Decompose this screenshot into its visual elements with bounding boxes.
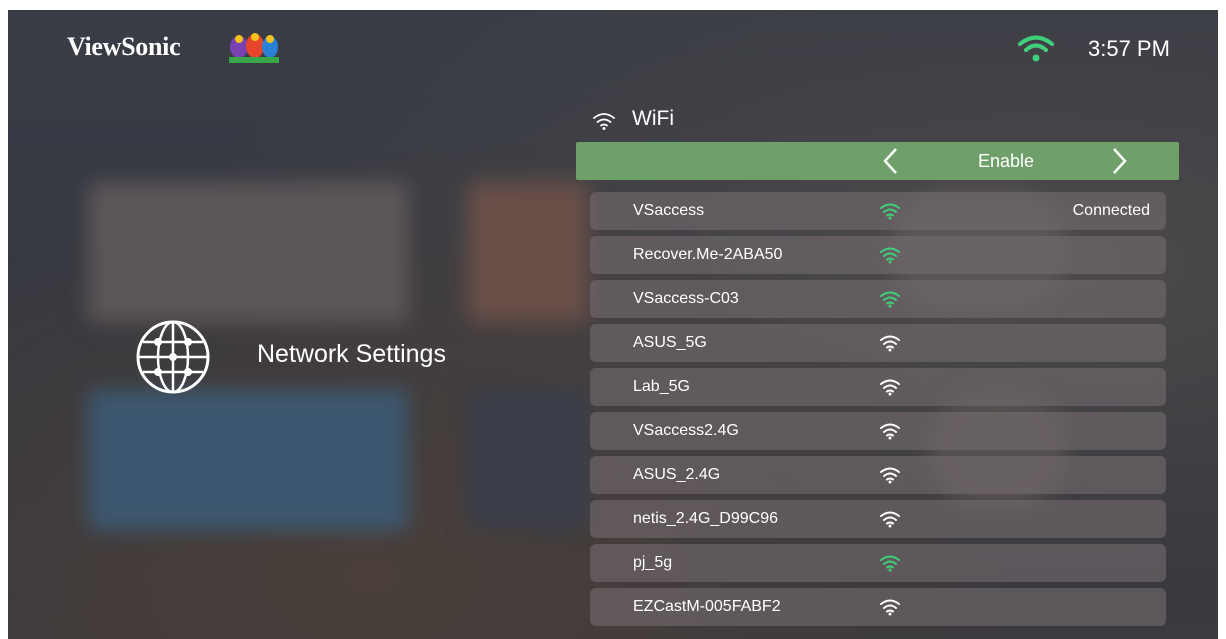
- globe-network-icon: [136, 320, 210, 394]
- wifi-signal-icon: [880, 423, 900, 440]
- network-item[interactable]: ASUS_5G: [590, 324, 1166, 362]
- network-item[interactable]: netis_2.4G_D99C96: [590, 500, 1166, 538]
- wifi-signal-icon: [880, 467, 900, 484]
- wifi-signal-icon: [880, 291, 900, 308]
- network-name: VSaccess: [633, 202, 705, 219]
- network-name: VSaccess2.4G: [633, 422, 739, 439]
- wifi-signal-icon: [880, 599, 900, 616]
- network-name: Recover.Me-2ABA50: [633, 246, 783, 263]
- wifi-enable-value: Enable: [977, 151, 1035, 171]
- clock: 3:57 PM: [1088, 36, 1170, 61]
- network-name: ASUS_2.4G: [633, 466, 721, 483]
- network-item[interactable]: EZCastM-005FABF2: [590, 588, 1166, 626]
- chevron-left-icon[interactable]: [880, 146, 902, 176]
- background-tile: [468, 182, 588, 322]
- network-name: netis_2.4G_D99C96: [633, 510, 778, 527]
- wifi-signal-icon: [880, 379, 900, 396]
- projector-screen: ViewSonic 3:57 PM Network Settings WiFi …: [8, 10, 1218, 639]
- brand-logo: ViewSonic: [67, 32, 181, 61]
- network-name: VSaccess-C03: [633, 290, 739, 307]
- top-bar: ViewSonic 3:57 PM: [8, 10, 1218, 80]
- network-item[interactable]: pj_5g: [590, 544, 1166, 582]
- network-item[interactable]: VSaccess2.4G: [590, 412, 1166, 450]
- network-name: ASUS_5G: [633, 334, 707, 351]
- network-name: EZCastM-005FABF2: [633, 598, 781, 615]
- network-item[interactable]: ASUS_2.4G: [590, 456, 1166, 494]
- background-tile: [88, 182, 408, 322]
- page-title: Network Settings: [257, 340, 446, 368]
- wifi-signal-icon: [880, 555, 900, 572]
- network-item[interactable]: Lab_5G: [590, 368, 1166, 406]
- wifi-signal-icon: [880, 511, 900, 528]
- wifi-section-title: WiFi: [632, 107, 674, 130]
- network-item[interactable]: Recover.Me-2ABA50: [590, 236, 1166, 274]
- background-tile: [88, 390, 408, 530]
- wifi-icon: [593, 113, 615, 130]
- connection-status: Connected: [1072, 202, 1150, 219]
- wifi-enable-selector[interactable]: Enable: [576, 142, 1179, 180]
- wifi-signal-icon: [880, 335, 900, 352]
- chevron-right-icon[interactable]: [1108, 146, 1130, 176]
- network-item[interactable]: VSaccess Connected: [590, 192, 1166, 230]
- network-name: pj_5g: [633, 554, 673, 571]
- network-item[interactable]: VSaccess-C03: [590, 280, 1166, 318]
- wifi-signal-icon: [880, 203, 900, 220]
- network-name: Lab_5G: [633, 378, 690, 395]
- wifi-status-icon: [1018, 35, 1054, 62]
- background-tile: [468, 390, 588, 530]
- birds-logo-icon: [229, 33, 279, 63]
- wifi-signal-icon: [880, 247, 900, 264]
